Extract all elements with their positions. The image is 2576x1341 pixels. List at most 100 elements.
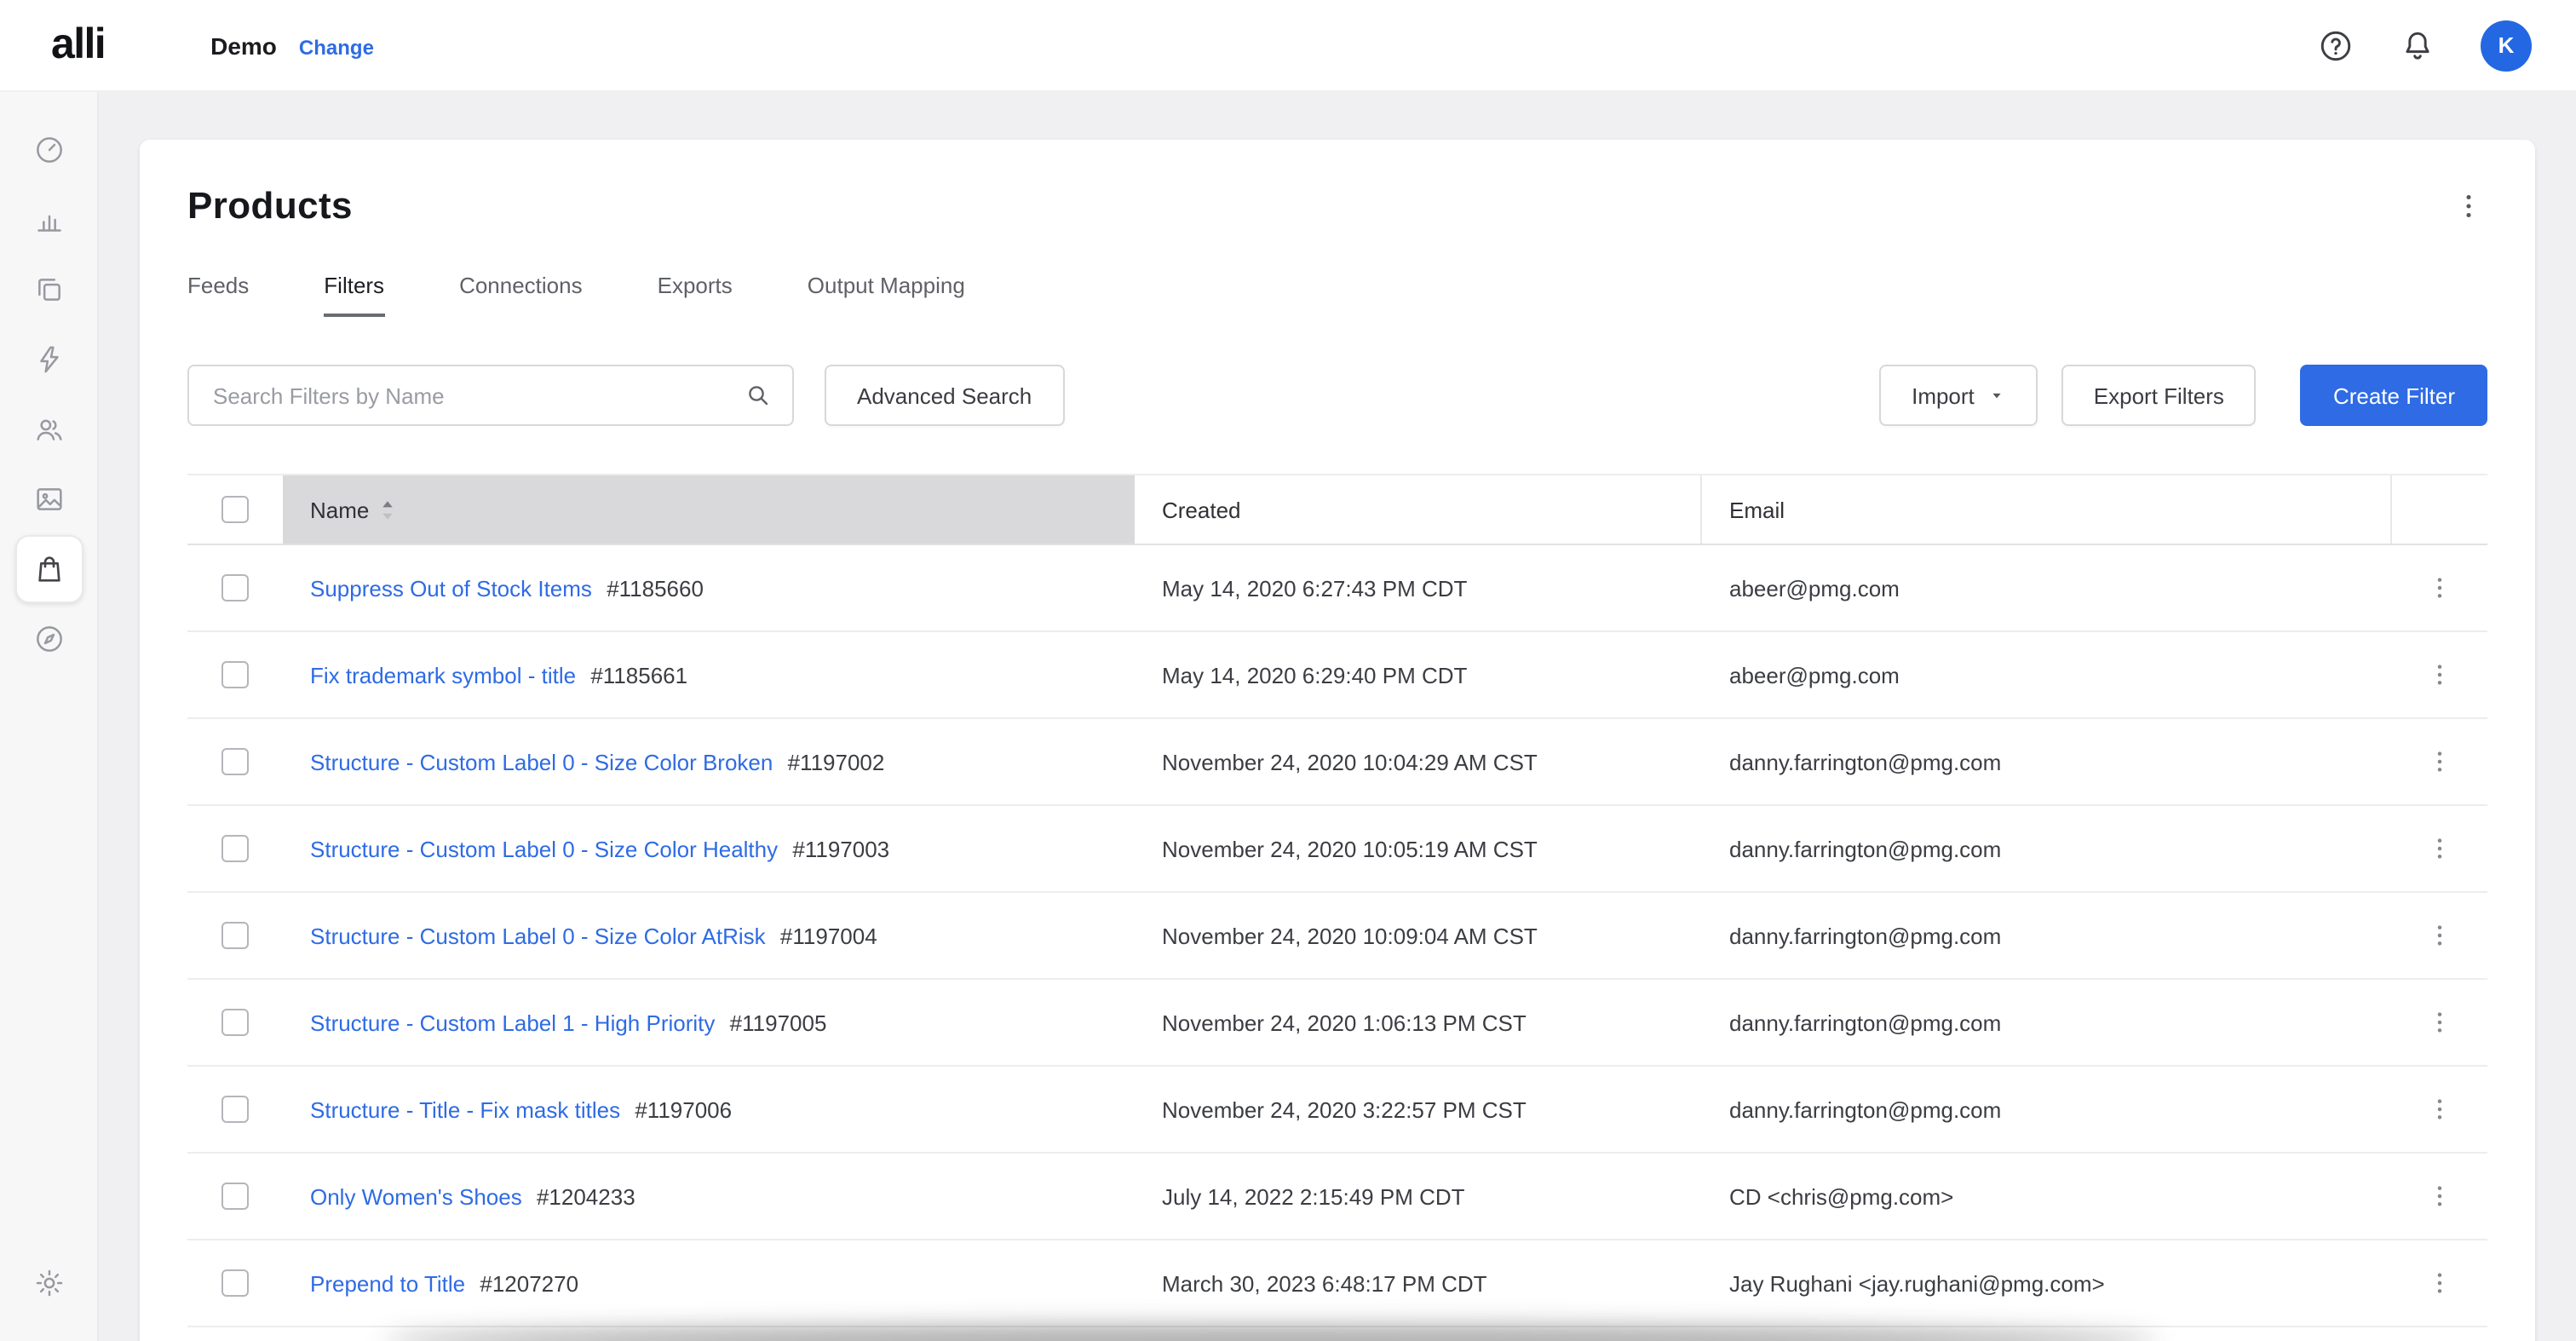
- compass-icon: [32, 622, 66, 656]
- created-cell: May 14, 2020 6:29:40 PM CDT: [1135, 662, 1702, 688]
- row-checkbox[interactable]: [221, 835, 249, 862]
- column-header-actions: [2392, 475, 2487, 544]
- email-cell: danny.farrington@pmg.com: [1702, 1096, 2392, 1122]
- filter-id: #1207270: [480, 1270, 578, 1296]
- kebab-icon: [2426, 574, 2453, 601]
- tab-filters[interactable]: Filters: [324, 273, 384, 317]
- client-name: Demo: [210, 32, 277, 59]
- search-input[interactable]: [210, 381, 745, 410]
- sidebar-item-image[interactable]: [14, 465, 83, 533]
- filter-id: #1185661: [590, 662, 687, 688]
- sidebar-item-shopping-bag[interactable]: [14, 535, 83, 603]
- created-cell: November 24, 2020 3:22:57 PM CST: [1135, 1096, 1702, 1122]
- row-menu-button[interactable]: [2423, 832, 2457, 866]
- top-header: alli Demo Change K: [0, 0, 2576, 92]
- row-menu-button[interactable]: [2423, 1092, 2457, 1126]
- select-all-checkbox[interactable]: [221, 496, 249, 523]
- filter-name-link[interactable]: Suppress Out of Stock Items: [310, 575, 592, 601]
- created-cell: May 14, 2020 6:27:43 PM CDT: [1135, 575, 1702, 601]
- sidebar-item-settings[interactable]: [14, 1249, 83, 1317]
- tab-output-mapping[interactable]: Output Mapping: [808, 273, 965, 317]
- import-button[interactable]: Import: [1879, 365, 2038, 426]
- kebab-icon: [2426, 1183, 2453, 1210]
- tab-connections[interactable]: Connections: [459, 273, 583, 317]
- table-header: Name Created Email: [187, 474, 2487, 545]
- help-icon[interactable]: [2317, 26, 2355, 64]
- page-menu-button[interactable]: [2450, 187, 2487, 225]
- created-cell: March 30, 2023 6:48:17 PM CDT: [1135, 1270, 1702, 1296]
- email-cell: abeer@pmg.com: [1702, 575, 2392, 601]
- email-cell: danny.farrington@pmg.com: [1702, 749, 2392, 774]
- toolbar: Advanced Search Import Export Filters Cr…: [187, 365, 2487, 426]
- change-client-link[interactable]: Change: [299, 35, 374, 59]
- kebab-icon: [2426, 1269, 2453, 1297]
- filters-table: Name Created Email: [187, 474, 2487, 1327]
- page-title: Products: [187, 184, 353, 228]
- filter-name-link[interactable]: Structure - Custom Label 0 - Size Color …: [310, 923, 766, 948]
- sidebar: [0, 92, 99, 1341]
- email-cell: danny.farrington@pmg.com: [1702, 836, 2392, 861]
- notifications-bell-icon[interactable]: [2399, 26, 2436, 64]
- sidebar-item-compass[interactable]: [14, 605, 83, 673]
- kebab-icon: [2426, 1096, 2453, 1123]
- filter-id: #1185660: [607, 575, 704, 601]
- filter-name-link[interactable]: Structure - Custom Label 1 - High Priori…: [310, 1010, 715, 1035]
- filter-name-link[interactable]: Structure - Title - Fix mask titles: [310, 1096, 620, 1122]
- filter-name-link[interactable]: Structure - Custom Label 0 - Size Color …: [310, 749, 773, 774]
- filter-id: #1197005: [730, 1010, 827, 1035]
- sidebar-item-gauge[interactable]: [14, 116, 83, 184]
- table-row: Structure - Custom Label 1 - High Priori…: [187, 980, 2487, 1067]
- row-checkbox[interactable]: [221, 1009, 249, 1036]
- column-header-created: Created: [1135, 475, 1702, 544]
- created-cell: November 24, 2020 10:04:29 AM CST: [1135, 749, 1702, 774]
- row-menu-button[interactable]: [2423, 745, 2457, 779]
- image-icon: [32, 482, 66, 516]
- table-row: Suppress Out of Stock Items #1185660 May…: [187, 545, 2487, 632]
- row-menu-button[interactable]: [2423, 658, 2457, 692]
- products-card: Products Feeds Filters Connections Exports O…: [140, 140, 2535, 1341]
- row-checkbox[interactable]: [221, 661, 249, 688]
- created-cell: November 24, 2020 10:05:19 AM CST: [1135, 836, 1702, 861]
- filter-id: #1204233: [537, 1183, 635, 1209]
- filter-name-link[interactable]: Prepend to Title: [310, 1270, 465, 1296]
- filter-name-link[interactable]: Structure - Custom Label 0 - Size Color …: [310, 836, 778, 861]
- table-row: Prepend to Title #1207270 March 30, 2023…: [187, 1240, 2487, 1327]
- gauge-icon: [32, 133, 66, 167]
- kebab-icon: [2426, 835, 2453, 862]
- sidebar-item-users[interactable]: [14, 395, 83, 463]
- create-filter-button[interactable]: Create Filter: [2301, 365, 2487, 426]
- user-avatar[interactable]: K: [2481, 20, 2532, 71]
- kebab-icon: [2453, 191, 2484, 222]
- row-menu-button[interactable]: [2423, 1005, 2457, 1039]
- filter-name-link[interactable]: Only Women's Shoes: [310, 1183, 522, 1209]
- row-menu-button[interactable]: [2423, 1266, 2457, 1300]
- filter-name-link[interactable]: Fix trademark symbol - title: [310, 662, 576, 688]
- main-content: Products Feeds Filters Connections Exports O…: [99, 92, 2576, 1341]
- app-logo[interactable]: alli: [51, 20, 105, 70]
- row-checkbox[interactable]: [221, 1269, 249, 1297]
- header-actions: K: [2317, 20, 2532, 71]
- export-filters-button[interactable]: Export Filters: [2061, 365, 2257, 426]
- sidebar-item-lightning[interactable]: [14, 325, 83, 394]
- sidebar-item-bar-chart[interactable]: [14, 186, 83, 254]
- search-box[interactable]: [187, 365, 794, 426]
- filter-id: #1197006: [635, 1096, 732, 1122]
- created-cell: November 24, 2020 10:09:04 AM CST: [1135, 923, 1702, 948]
- row-checkbox[interactable]: [221, 748, 249, 775]
- row-menu-button[interactable]: [2423, 918, 2457, 953]
- row-checkbox[interactable]: [221, 1096, 249, 1123]
- tab-exports[interactable]: Exports: [658, 273, 733, 317]
- row-menu-button[interactable]: [2423, 571, 2457, 605]
- tab-feeds[interactable]: Feeds: [187, 273, 249, 317]
- column-header-name[interactable]: Name: [283, 475, 1135, 544]
- row-checkbox[interactable]: [221, 1183, 249, 1210]
- chevron-down-icon: [1988, 387, 2005, 404]
- row-checkbox[interactable]: [221, 574, 249, 601]
- tabs: Feeds Filters Connections Exports Output Map…: [187, 273, 2487, 317]
- table-row: Structure - Custom Label 0 - Size Color …: [187, 719, 2487, 806]
- email-cell: CD <chris@pmg.com>: [1702, 1183, 2392, 1209]
- row-menu-button[interactable]: [2423, 1179, 2457, 1213]
- advanced-search-button[interactable]: Advanced Search: [825, 365, 1064, 426]
- sidebar-item-copy[interactable]: [14, 256, 83, 324]
- row-checkbox[interactable]: [221, 922, 249, 949]
